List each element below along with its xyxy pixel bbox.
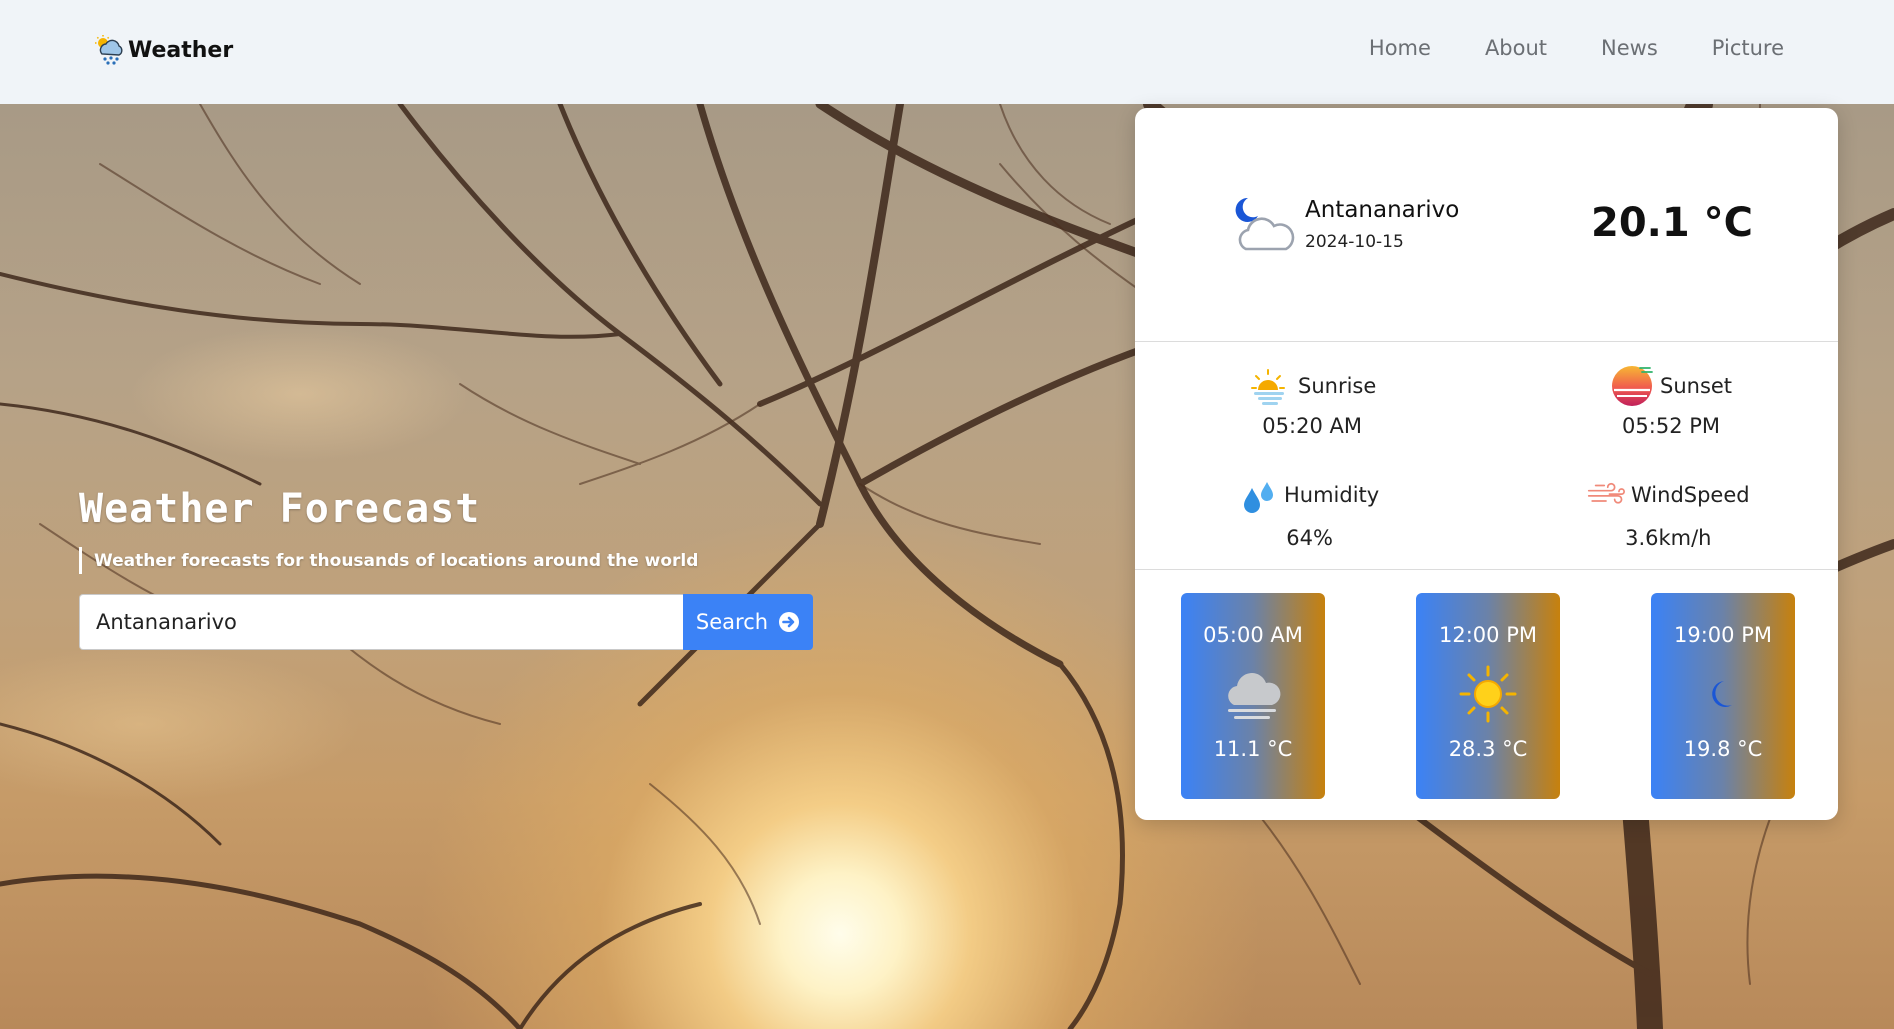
windspeed-value: 3.6km/h <box>1625 526 1712 550</box>
windspeed-label: WindSpeed <box>1631 483 1750 507</box>
sunset-label: Sunset <box>1660 374 1733 398</box>
hour-time: 05:00 AM <box>1203 623 1303 647</box>
hour-temp: 19.8 °C <box>1683 737 1763 761</box>
nav-links: Home About News Picture <box>1369 36 1784 60</box>
moon-cloud-icon <box>1235 197 1295 251</box>
water-drops-icon <box>1244 482 1273 513</box>
humidity-stat: Humidity 64% <box>1240 476 1379 550</box>
moon-icon <box>1712 681 1732 707</box>
fog-cloud-icon <box>1228 673 1281 719</box>
hero-title: Weather Forecast <box>79 486 481 532</box>
navbar: Weather Home About News Picture <box>0 0 1894 104</box>
current-date: 2024-10-15 <box>1305 232 1404 252</box>
sunrise-icon <box>1251 369 1285 405</box>
humidity-value: 64% <box>1286 526 1333 550</box>
rain-cloud-sun-icon <box>95 35 123 65</box>
humidity-label: Humidity <box>1284 483 1380 507</box>
hour-time: 12:00 PM <box>1439 623 1537 647</box>
search-input[interactable] <box>79 594 683 650</box>
sunset-icon <box>1612 366 1653 406</box>
nav-link-about[interactable]: About <box>1485 36 1547 60</box>
search-button[interactable]: Search <box>683 594 813 650</box>
hero-subtitle: Weather forecasts for thousands of locat… <box>79 547 698 574</box>
hourly-card-evening[interactable]: 19:00 PM 19.8 °C <box>1651 593 1795 799</box>
sunset-value: 05:52 PM <box>1622 414 1721 438</box>
sun-icon <box>1459 665 1517 723</box>
wind-icon <box>1587 482 1625 504</box>
city-name: Antananarivo <box>1305 197 1460 223</box>
brand[interactable]: Weather <box>94 34 233 66</box>
weather-card: Antananarivo 2024-10-15 20.1 °C Sunrise … <box>1135 108 1838 820</box>
sunset-stat: Sunset 05:52 PM <box>1610 364 1732 438</box>
nav-link-picture[interactable]: Picture <box>1712 36 1784 60</box>
search-form: Search <box>79 594 813 650</box>
current-temperature: 20.1 °C <box>1591 200 1753 246</box>
hourly-forecast: 05:00 AM 11.1 °C 12:00 PM 28.3 °C 19:00 … <box>1135 570 1838 820</box>
sunrise-stat: Sunrise 05:20 AM <box>1248 364 1376 438</box>
weather-details: Sunrise 05:20 AM Sunset 05:52 PM Humidit… <box>1135 342 1838 570</box>
brand-name: Weather <box>128 37 234 63</box>
windspeed-stat: WindSpeed 3.6km/h <box>1587 476 1750 550</box>
hour-time: 19:00 PM <box>1674 623 1772 647</box>
arrow-circle-right-icon <box>779 612 800 632</box>
sunrise-label: Sunrise <box>1298 374 1377 398</box>
search-button-label: Search <box>695 610 769 634</box>
sunrise-value: 05:20 AM <box>1262 414 1362 438</box>
hour-temp: 28.3 °C <box>1448 737 1528 761</box>
hour-temp: 11.1 °C <box>1213 737 1293 761</box>
current-weather: Antananarivo 2024-10-15 20.1 °C <box>1135 108 1838 342</box>
nav-link-home[interactable]: Home <box>1369 36 1431 60</box>
hourly-card-noon[interactable]: 12:00 PM 28.3 °C <box>1416 593 1560 799</box>
nav-link-news[interactable]: News <box>1601 36 1658 60</box>
hourly-card-morning[interactable]: 05:00 AM 11.1 °C <box>1181 593 1325 799</box>
